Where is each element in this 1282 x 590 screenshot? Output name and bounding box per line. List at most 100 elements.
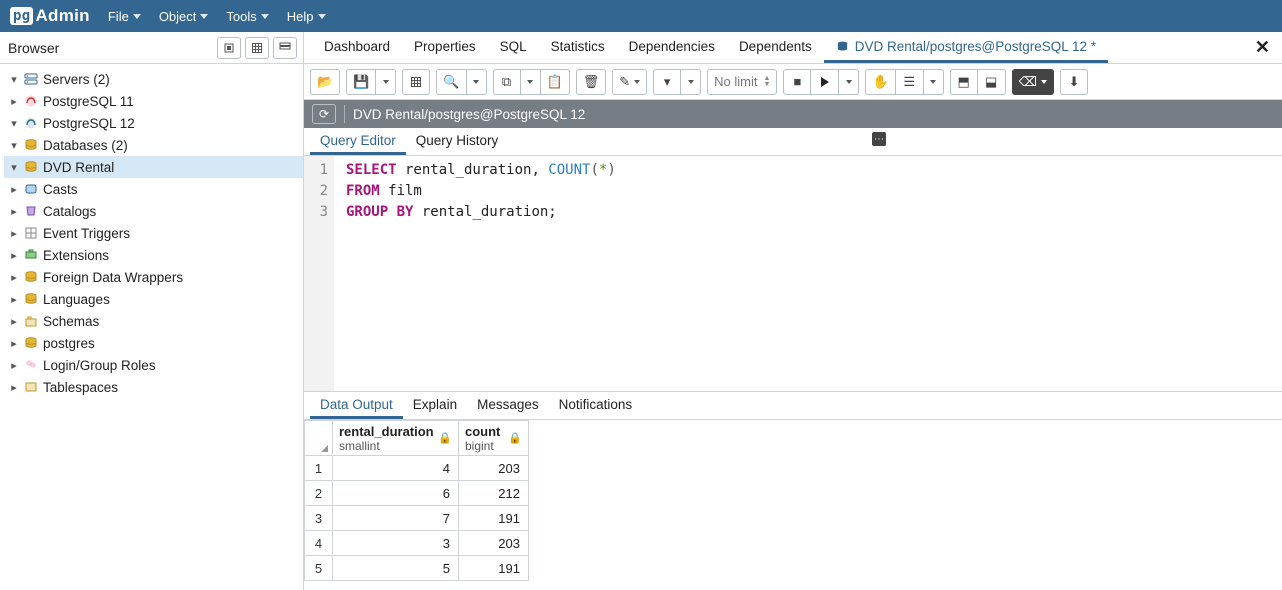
connection-status-icon[interactable]: ⟳ [312, 104, 336, 124]
menu-item-object[interactable]: Object [159, 9, 209, 24]
tree-toggle-icon[interactable]: ▸ [8, 205, 20, 218]
cell-rental-duration[interactable]: 7 [333, 506, 459, 531]
explain-analyze-button[interactable]: ☰ [896, 69, 924, 95]
tree-node[interactable]: ▸postgres [4, 332, 303, 354]
cell-count[interactable]: 203 [459, 531, 529, 556]
row-number-header[interactable] [305, 421, 333, 456]
cell-rental-duration[interactable]: 4 [333, 456, 459, 481]
table-row[interactable]: 26212 [305, 481, 529, 506]
menu-item-file[interactable]: File [108, 9, 141, 24]
tree-toggle-icon[interactable]: ▾ [8, 117, 20, 130]
execute-button[interactable] [811, 69, 839, 95]
tree-toggle-icon[interactable]: ▸ [8, 271, 20, 284]
tree-toggle-icon[interactable]: ▸ [8, 381, 20, 394]
tree-node[interactable]: ▸Schemas [4, 310, 303, 332]
tree-node[interactable]: ▸Extensions [4, 244, 303, 266]
copy-button[interactable]: ⧉ [493, 69, 521, 95]
tree-toggle-icon[interactable]: ▾ [8, 139, 20, 152]
cell-count[interactable]: 191 [459, 556, 529, 581]
object-tree[interactable]: ▾Servers (2)▸PostgreSQL 11▾PostgreSQL 12… [0, 64, 303, 590]
tree-grid-button[interactable] [245, 37, 269, 59]
scratchpad-toggle-icon[interactable]: ⋯ [872, 132, 886, 146]
tree-node[interactable]: ▸Catalogs [4, 200, 303, 222]
tree-toggle-icon[interactable]: ▸ [8, 227, 20, 240]
filter-dropdown-button[interactable] [681, 69, 701, 95]
tree-node[interactable]: ▸Languages [4, 288, 303, 310]
save-dropdown-button[interactable] [376, 69, 396, 95]
clear-button[interactable]: ⌫ [1012, 69, 1054, 95]
copy-dropdown-button[interactable] [521, 69, 541, 95]
editor-tab[interactable]: Query History [406, 128, 509, 155]
editor-code[interactable]: SELECT rental_duration, COUNT(*)FROM fil… [334, 156, 1282, 391]
main-tab[interactable]: Dependents [727, 32, 824, 63]
open-file-button[interactable]: 📂 [310, 69, 340, 95]
tree-filter-button[interactable] [273, 37, 297, 59]
tab-close-button[interactable]: ✕ [1249, 37, 1276, 58]
tree-toggle-icon[interactable]: ▸ [8, 95, 20, 108]
main-tab[interactable]: DVD Rental/postgres@PostgreSQL 12 * [824, 32, 1108, 63]
tree-node[interactable]: ▸Event Triggers [4, 222, 303, 244]
row-number-cell[interactable]: 5 [305, 556, 333, 581]
cell-count[interactable]: 203 [459, 456, 529, 481]
output-tab[interactable]: Messages [467, 392, 549, 419]
tree-toggle-icon[interactable]: ▸ [8, 359, 20, 372]
stop-button[interactable]: ■ [783, 69, 811, 95]
execute-dropdown-button[interactable] [839, 69, 859, 95]
tree-node[interactable]: ▾DVD Rental [4, 156, 303, 178]
main-tab[interactable]: Properties [402, 32, 488, 63]
explain-button[interactable]: ✋ [865, 69, 895, 95]
menu-item-help[interactable]: Help [287, 9, 326, 24]
output-tab[interactable]: Explain [403, 392, 467, 419]
edit-grid-button[interactable] [402, 69, 430, 95]
tree-toggle-icon[interactable]: ▸ [8, 315, 20, 328]
row-number-cell[interactable]: 3 [305, 506, 333, 531]
rollback-button[interactable]: ⬓ [978, 69, 1006, 95]
explain-dropdown-button[interactable] [924, 69, 944, 95]
tree-toggle-icon[interactable]: ▾ [8, 161, 20, 174]
table-row[interactable]: 37191 [305, 506, 529, 531]
results-grid[interactable]: rental_duration smallint 🔒 count bigint … [304, 420, 1282, 590]
cell-count[interactable]: 191 [459, 506, 529, 531]
filter-button[interactable]: ▾ [653, 69, 681, 95]
tree-toggle-icon[interactable]: ▾ [8, 73, 20, 86]
tree-toggle-icon[interactable]: ▸ [8, 293, 20, 306]
row-number-cell[interactable]: 2 [305, 481, 333, 506]
column-header-count[interactable]: count bigint 🔒 [459, 421, 529, 456]
sql-editor[interactable]: 123 SELECT rental_duration, COUNT(*)FROM… [304, 156, 1282, 392]
output-tab[interactable]: Data Output [310, 392, 403, 419]
output-tab[interactable]: Notifications [549, 392, 643, 419]
table-row[interactable]: 55191 [305, 556, 529, 581]
tree-node[interactable]: ▸Login/Group Roles [4, 354, 303, 376]
editor-tab[interactable]: Query Editor [310, 128, 406, 155]
tree-node[interactable]: ▾PostgreSQL 12 [4, 112, 303, 134]
tree-node[interactable]: ▸Tablespaces [4, 376, 303, 398]
cell-rental-duration[interactable]: 3 [333, 531, 459, 556]
cell-count[interactable]: 212 [459, 481, 529, 506]
table-row[interactable]: 14203 [305, 456, 529, 481]
tree-collapse-button[interactable] [217, 37, 241, 59]
edit-button[interactable]: ✎ [612, 69, 647, 95]
row-number-cell[interactable]: 4 [305, 531, 333, 556]
tree-node[interactable]: ▸Casts [4, 178, 303, 200]
cell-rental-duration[interactable]: 6 [333, 481, 459, 506]
save-button[interactable]: 💾 [346, 69, 376, 95]
find-dropdown-button[interactable] [467, 69, 487, 95]
tree-node[interactable]: ▸PostgreSQL 11 [4, 90, 303, 112]
paste-button[interactable]: 📋 [541, 69, 570, 95]
main-tab[interactable]: Dependencies [617, 32, 727, 63]
delete-row-button[interactable]: 🗑 [576, 69, 607, 95]
tree-node[interactable]: ▸Foreign Data Wrappers [4, 266, 303, 288]
row-limit-input[interactable]: No limit ▲▼ [707, 69, 777, 95]
commit-button[interactable]: ⬒ [950, 69, 978, 95]
table-row[interactable]: 43203 [305, 531, 529, 556]
tree-node[interactable]: ▾Databases (2) [4, 134, 303, 156]
column-header-rental-duration[interactable]: rental_duration smallint 🔒 [333, 421, 459, 456]
main-tab[interactable]: Statistics [539, 32, 617, 63]
tree-toggle-icon[interactable]: ▸ [8, 183, 20, 196]
main-tab[interactable]: SQL [488, 32, 539, 63]
find-button[interactable]: 🔍 [436, 69, 466, 95]
tree-toggle-icon[interactable]: ▸ [8, 249, 20, 262]
menu-item-tools[interactable]: Tools [226, 9, 268, 24]
tree-node[interactable]: ▾Servers (2) [4, 68, 303, 90]
row-number-cell[interactable]: 1 [305, 456, 333, 481]
